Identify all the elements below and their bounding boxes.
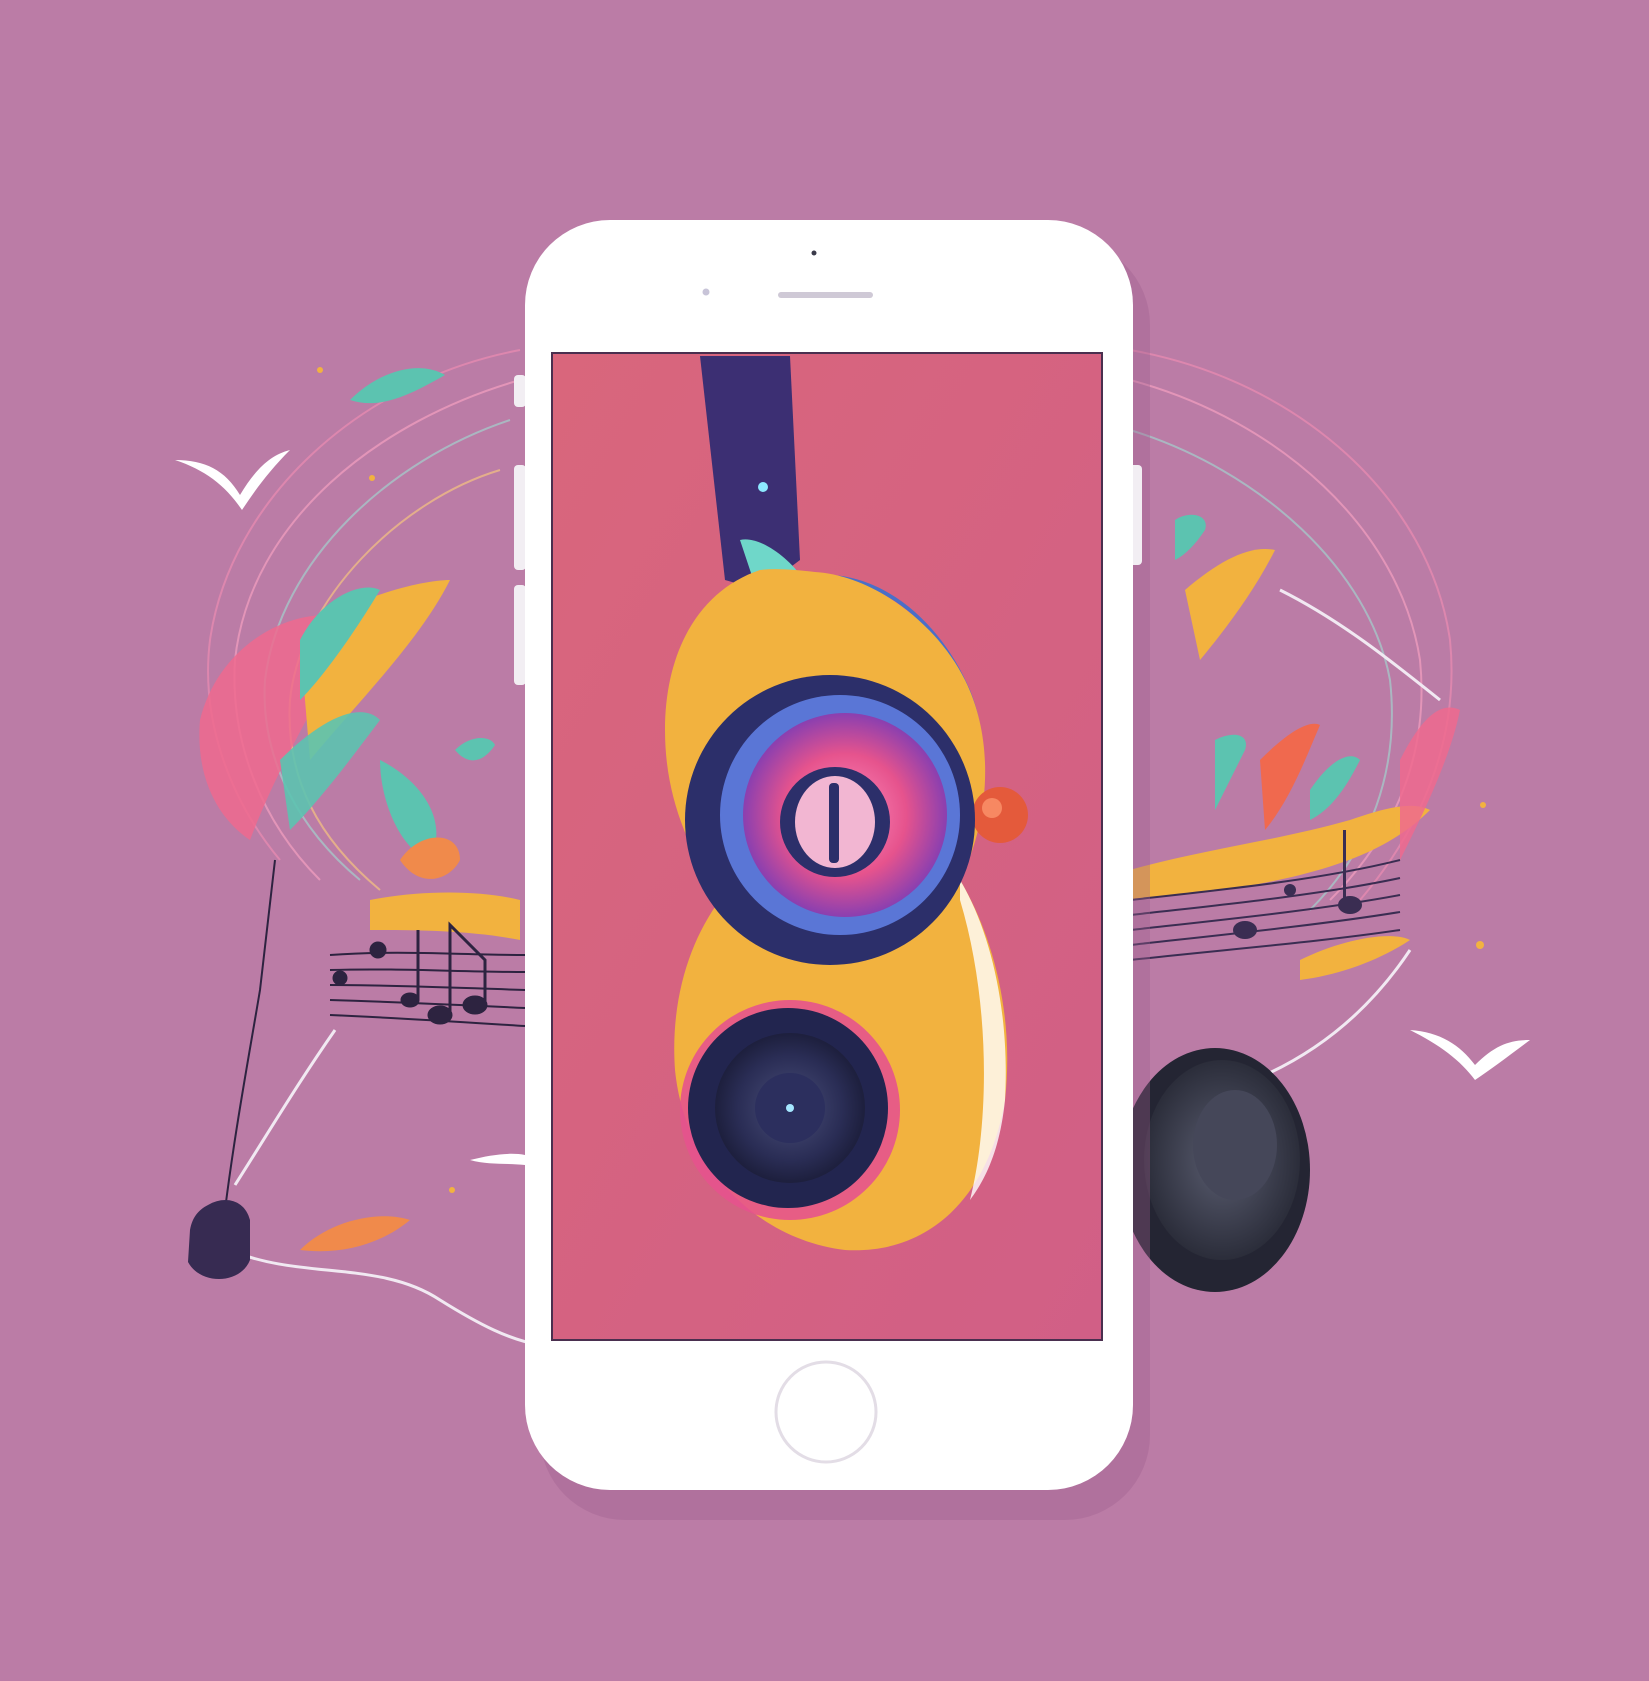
phone-speaker [778,292,873,298]
home-button-icon [774,1360,878,1464]
music-phone-illustration [0,0,1649,1681]
sensor-dot [702,288,710,296]
phone-side-button [514,585,526,685]
front-camera [811,250,817,256]
phone-side-button [514,375,526,407]
illustration-canvas [0,0,1649,1681]
phone-side-button [514,465,526,570]
